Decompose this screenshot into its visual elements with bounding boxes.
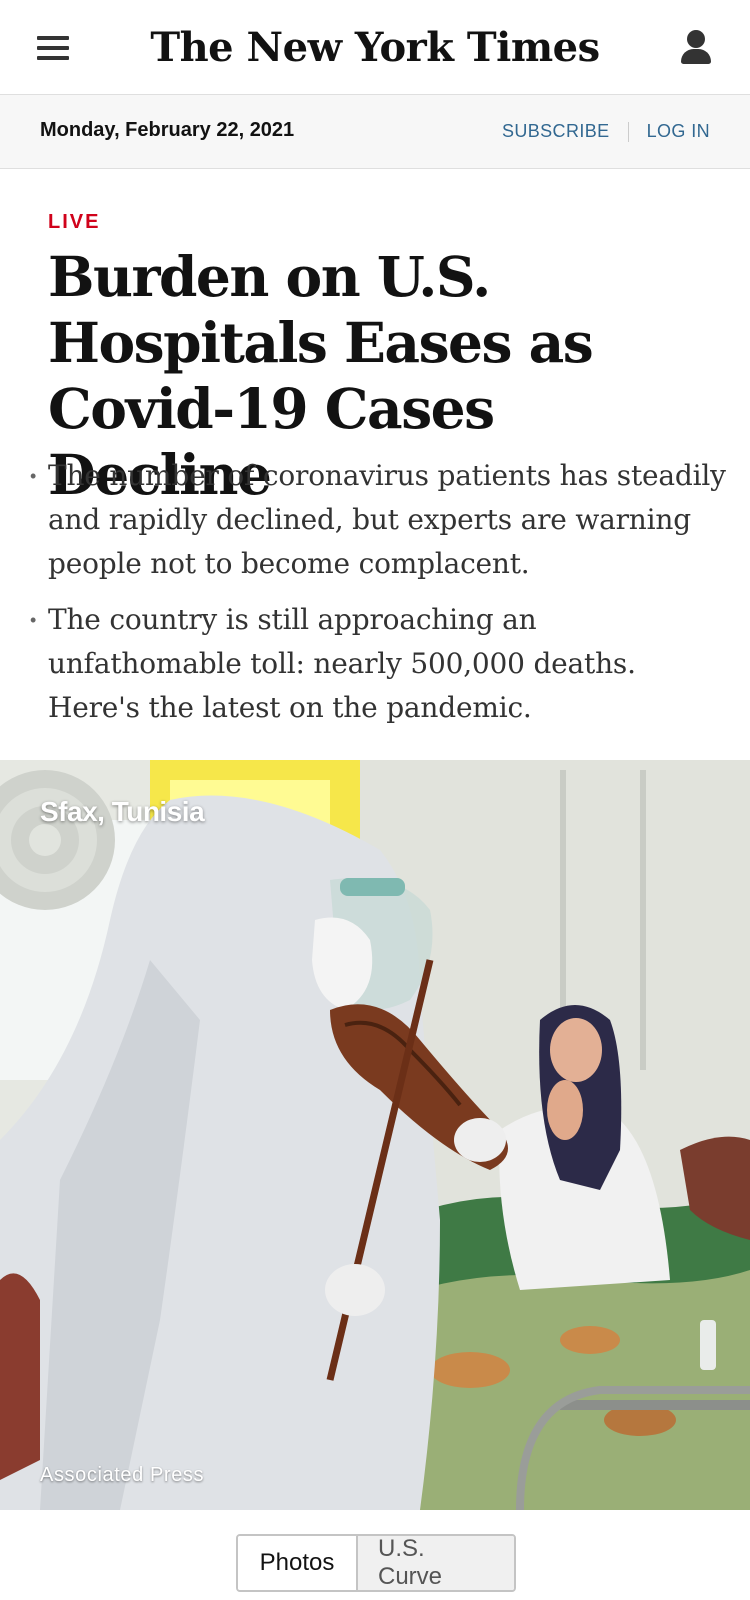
divider	[627, 121, 629, 142]
photo-illustration	[0, 760, 750, 1510]
live-kicker: LIVE	[48, 211, 101, 233]
tab-photos[interactable]: Photos	[238, 1536, 356, 1590]
current-date: Monday, February 22, 2021	[40, 119, 295, 141]
lead-photo[interactable]: Sfax, Tunisia Associated Press	[0, 760, 750, 1510]
photo-credit: Associated Press	[40, 1464, 205, 1486]
summary-text: The country is still approaching an unfa…	[48, 603, 636, 724]
login-link[interactable]: LOG IN	[647, 121, 710, 142]
media-toggle: Photos U.S. Curve	[236, 1534, 516, 1592]
user-account-icon[interactable]	[680, 30, 712, 66]
date-bar: Monday, February 22, 2021 SUBSCRIBE LOG …	[0, 95, 750, 169]
nyt-logo[interactable]: The New York Times	[0, 20, 750, 76]
masthead: The New York Times	[0, 0, 750, 95]
auth-links: SUBSCRIBE LOG IN	[502, 121, 710, 142]
tab-us-curve[interactable]: U.S. Curve	[356, 1536, 514, 1590]
summary-text: The number of coronavirus patients has s…	[48, 459, 726, 580]
bullet-icon: •	[30, 610, 37, 630]
bullet-icon: •	[30, 466, 37, 486]
subscribe-link[interactable]: SUBSCRIBE	[502, 121, 610, 142]
photo-location: Sfax, Tunisia	[40, 796, 205, 827]
